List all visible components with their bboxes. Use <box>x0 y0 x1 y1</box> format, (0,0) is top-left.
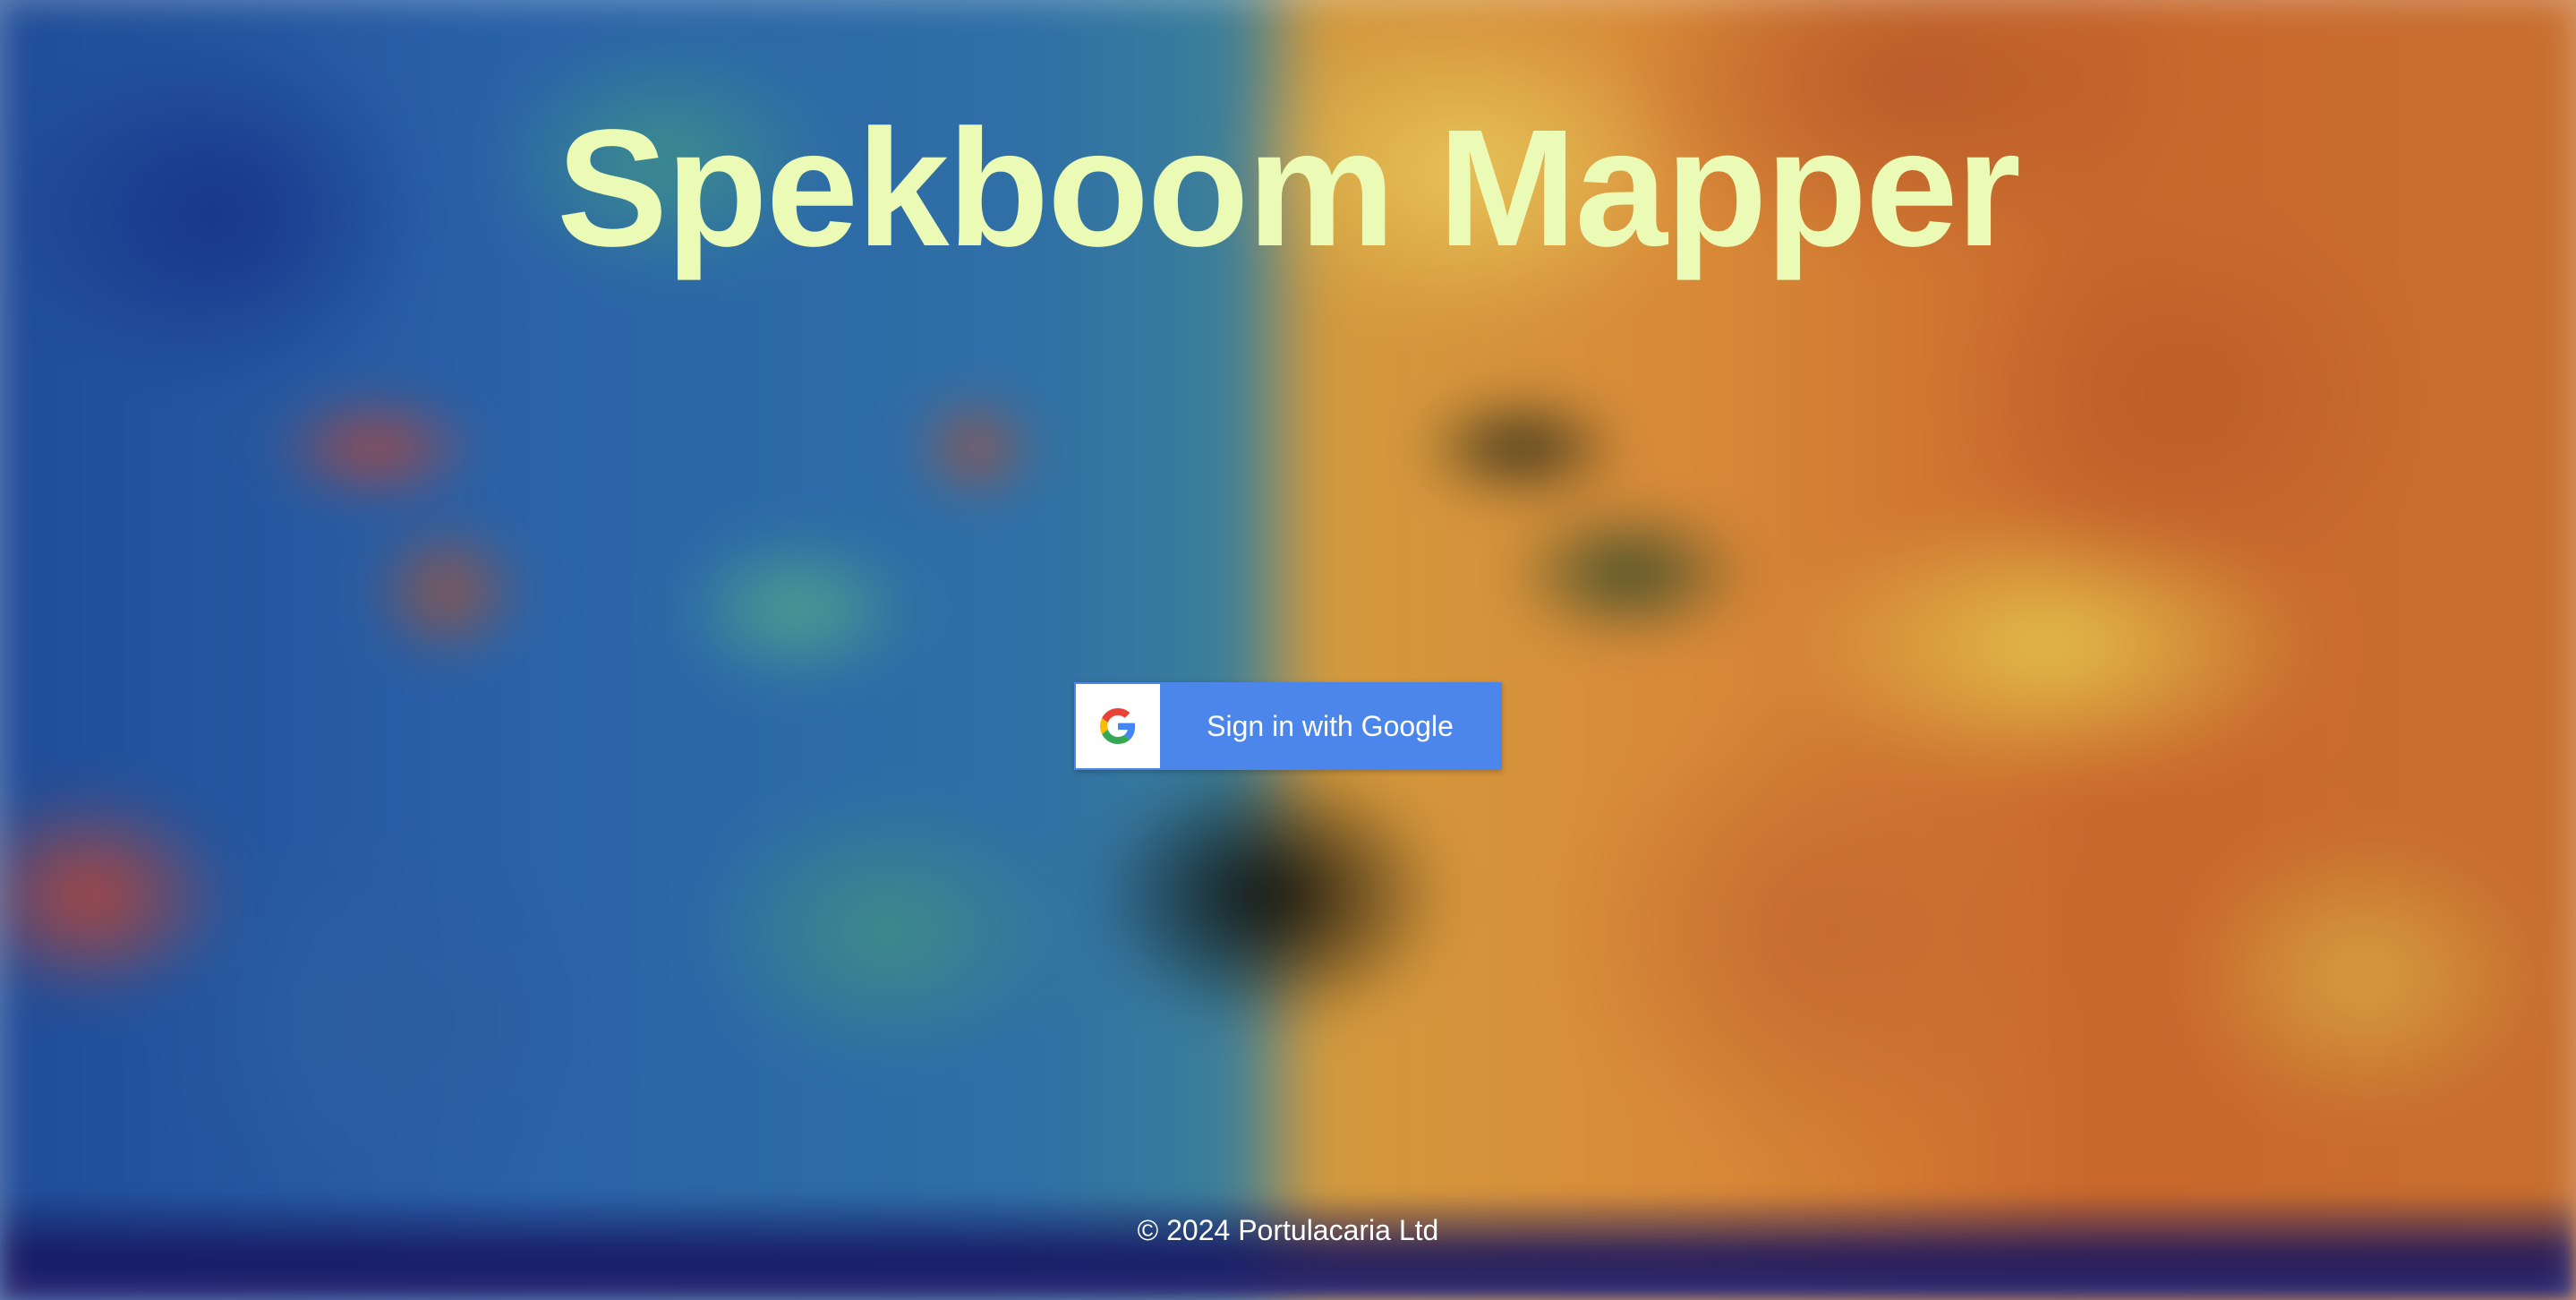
landing-page: Spekboom Mapper Sign in with Google © 20… <box>0 0 2576 1300</box>
google-g-icon <box>1100 708 1136 744</box>
google-sign-in-label: Sign in with Google <box>1207 709 1454 742</box>
google-sign-in-button[interactable]: Sign in with Google <box>1074 682 1502 770</box>
footer-copyright: © 2024 Portulacaria Ltd <box>1137 1214 1439 1246</box>
page-title: Spekboom Mapper <box>557 96 2021 281</box>
google-icon-container <box>1076 684 1160 768</box>
